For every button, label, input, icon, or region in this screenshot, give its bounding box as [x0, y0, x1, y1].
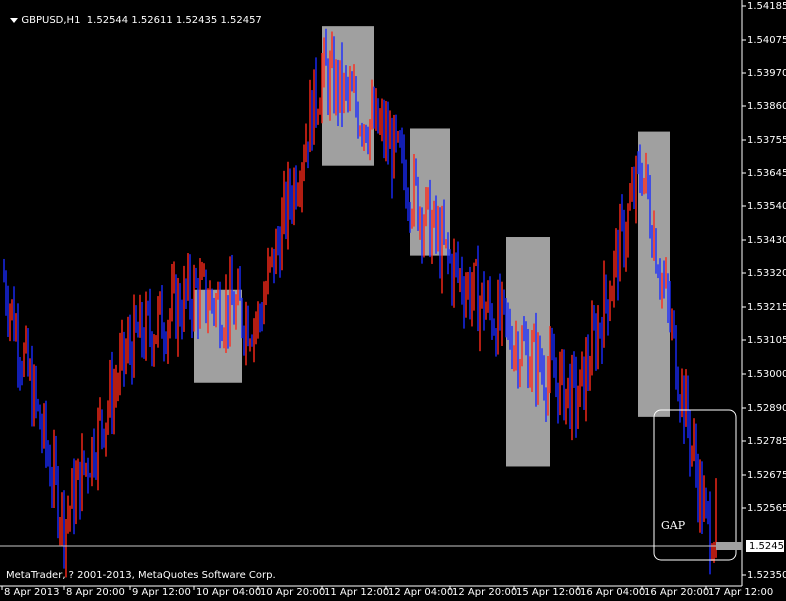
ohlc-low: 1.52435: [175, 15, 218, 26]
price-axis-label: 1.53000: [747, 369, 786, 380]
highlight-zone: [194, 289, 242, 383]
price-axis-label: 1.53320: [747, 268, 786, 279]
price-axis-label: 1.53105: [747, 335, 786, 346]
price-axis-label: 1.52890: [747, 403, 786, 414]
ohlc-high: 1.52611: [131, 15, 173, 26]
time-axis-label: 16 Apr 04:00: [580, 587, 646, 598]
price-axis-label: 1.54185: [747, 1, 786, 12]
price-axis-label: 1.52350: [747, 570, 786, 581]
copyright-text: MetaTrader, ? 2001-2013, MetaQuotes Soft…: [6, 570, 276, 581]
highlight-zone: [638, 131, 670, 417]
time-axis-label: 17 Apr 12:00: [708, 587, 774, 598]
price-chart[interactable]: [0, 0, 786, 601]
current-price-value: 1.52457: [749, 541, 786, 552]
time-axis-label: 15 Apr 12:00: [516, 587, 582, 598]
price-axis-label: 1.53645: [747, 168, 786, 179]
price-axis-label: 1.53755: [747, 135, 786, 146]
time-axis-label: 9 Apr 12:00: [132, 587, 191, 598]
symbol-label: GBPUSD,H1: [21, 15, 81, 26]
time-axis-label: 8 Apr 2013: [4, 587, 60, 598]
time-axis-label: 11 Apr 12:00: [324, 587, 390, 598]
last-bar-marker: [716, 542, 742, 550]
time-axis-label: 10 Apr 04:00: [196, 587, 262, 598]
time-axis-label: 10 Apr 20:00: [260, 587, 326, 598]
price-axis-label: 1.54075: [747, 35, 786, 46]
time-axis-label: 12 Apr 20:00: [452, 587, 518, 598]
time-axis-label: 8 Apr 20:00: [66, 587, 125, 598]
price-axis-label: 1.53860: [747, 101, 786, 112]
ohlc-open: 1.52544: [86, 15, 129, 26]
gap-label: GAP: [661, 519, 686, 532]
gap-annotation-box[interactable]: [653, 409, 737, 561]
price-axis-label: 1.52565: [747, 503, 786, 514]
price-axis-label: 1.53215: [747, 302, 786, 313]
ohlc-close: 1.52457: [220, 15, 262, 26]
price-axis-label: 1.52675: [747, 470, 786, 481]
price-axis-ticks: [742, 5, 746, 576]
price-axis-label: 1.53430: [747, 235, 786, 246]
price-axis-label: 1.53540: [747, 201, 786, 212]
chart-title[interactable]: GBPUSD,H1 1.52544 1.52611 1.52435 1.5245…: [4, 3, 262, 27]
chevron-down-icon[interactable]: [10, 17, 19, 23]
price-axis-label: 1.52785: [747, 436, 786, 447]
time-axis-label: 16 Apr 20:00: [644, 587, 710, 598]
time-axis-label: 12 Apr 04:00: [388, 587, 454, 598]
price-axis-label: 1.53970: [747, 68, 786, 79]
